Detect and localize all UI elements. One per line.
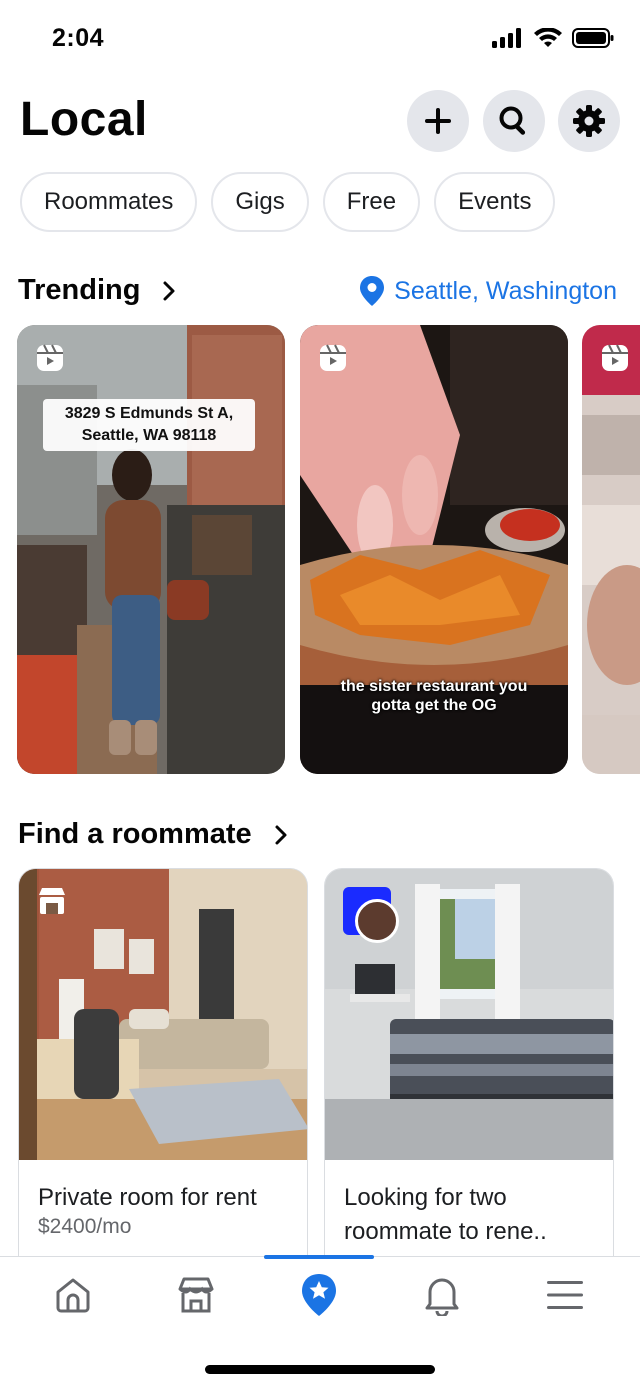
bell-icon: [425, 1278, 459, 1316]
search-button[interactable]: [483, 90, 545, 152]
nav-marketplace[interactable]: [164, 1271, 228, 1319]
signal-icon: [492, 28, 521, 48]
listing-title: Looking for two roommate to rene..: [344, 1184, 547, 1245]
listing-title: Private room for rent: [38, 1184, 257, 1211]
reels-icon: [37, 344, 63, 371]
chip-events[interactable]: Events: [434, 172, 556, 232]
search-icon: [499, 106, 526, 135]
listing-price: $2400/mo: [38, 1215, 132, 1238]
status-time: 2:04: [52, 24, 105, 52]
marketplace-icon: [178, 1277, 214, 1313]
local-star-icon: [302, 1274, 336, 1316]
reel-address-label: 3829 S Edmunds St A, Seattle, WA 98118: [43, 399, 255, 451]
roommate-card-1[interactable]: Private room for rent $2400/mo: [18, 868, 308, 1288]
address-line-1: 3829 S Edmunds St A,: [64, 405, 234, 422]
location-label: Seattle, Washington: [394, 276, 617, 305]
marketplace-icon: [39, 888, 65, 914]
menu-icon: [547, 1281, 583, 1309]
avatar: [355, 899, 399, 943]
chip-roommates[interactable]: Roommates: [20, 172, 198, 232]
reel-caption: the sister restaurant you gotta get the …: [300, 677, 568, 715]
header: Local: [0, 88, 640, 154]
reel-thumbnail: [582, 325, 640, 774]
trending-title: Trending: [18, 274, 141, 306]
battery-icon: [572, 28, 614, 48]
caption-line-1: the sister restaurant you: [340, 678, 528, 695]
create-button[interactable]: [407, 90, 469, 152]
trending-reel-1[interactable]: 3829 S Edmunds St A, Seattle, WA 98118: [17, 325, 285, 774]
roommate-card-2[interactable]: Looking for two roommate to rene..: [324, 868, 614, 1288]
page-title: Local: [20, 93, 148, 146]
home-indicator: [205, 1365, 435, 1374]
nav-home[interactable]: [41, 1271, 105, 1319]
trending-header[interactable]: Trending: [18, 274, 176, 307]
chevron-right-icon: [275, 825, 287, 844]
active-tab-indicator: [264, 1255, 374, 1259]
trending-reel-3[interactable]: [582, 325, 640, 774]
roommate-header[interactable]: Find a roommate: [18, 818, 288, 851]
home-icon: [56, 1278, 90, 1313]
plus-icon: [425, 108, 451, 134]
location-selector[interactable]: Seattle, Washington: [360, 276, 617, 306]
reels-icon: [320, 344, 346, 371]
nav-menu[interactable]: [533, 1271, 597, 1319]
caption-line-2: gotta get the OG: [371, 697, 497, 714]
nav-notifications[interactable]: [410, 1271, 474, 1319]
bottom-nav: [0, 1255, 640, 1390]
chip-free[interactable]: Free: [322, 172, 421, 232]
wifi-icon: [534, 28, 562, 47]
gear-icon: [573, 105, 605, 137]
address-line-2: Seattle, WA 98118: [81, 427, 217, 444]
category-chips: Roommates Gigs Free Events: [20, 172, 556, 232]
chip-gigs[interactable]: Gigs: [211, 172, 309, 232]
settings-button[interactable]: [558, 90, 620, 152]
nav-local[interactable]: [287, 1271, 351, 1319]
chevron-right-icon: [163, 281, 175, 300]
trending-reel-2[interactable]: the sister restaurant you gotta get the …: [300, 325, 568, 774]
reel-thumbnail: [17, 325, 285, 774]
reels-icon: [602, 344, 628, 371]
roommate-title: Find a roommate: [18, 818, 252, 850]
location-pin-icon: [360, 276, 385, 306]
status-icons: [492, 28, 614, 48]
status-bar: 2:04: [0, 0, 640, 80]
